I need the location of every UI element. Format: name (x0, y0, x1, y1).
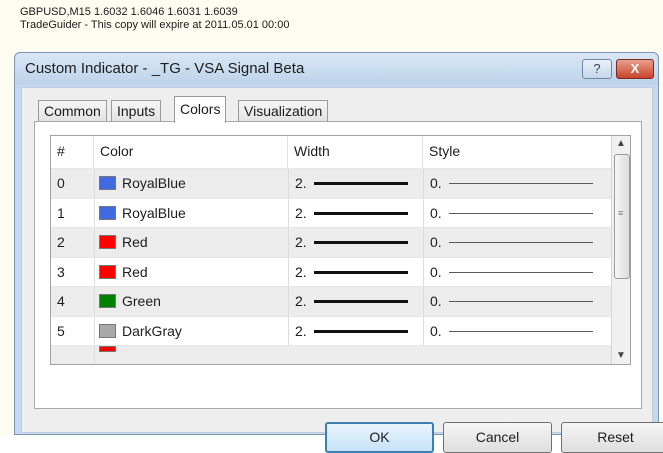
table-header: # Color Width Style (51, 136, 611, 168)
row-number: 0 (57, 175, 65, 191)
style-cell[interactable]: 0. (423, 228, 608, 257)
row-number: 4 (57, 293, 65, 309)
dialog-title: Custom Indicator - _TG - VSA Signal Beta (25, 60, 305, 77)
color-name: Red (122, 234, 148, 250)
license-line: TradeGuider - This copy will expire at 2… (20, 19, 290, 31)
row-number: 2 (57, 234, 65, 250)
width-line-preview (314, 300, 408, 303)
scroll-down-arrow-icon[interactable]: ▼ (616, 350, 626, 361)
width-line-preview (314, 270, 408, 274)
symbol-quote-line: GBPUSD,M15 1.6032 1.6046 1.6031 1.6039 (20, 6, 238, 18)
tab-visualization[interactable]: Visualization (238, 100, 329, 122)
width-value: 2. (295, 234, 307, 250)
color-cell[interactable]: Green (94, 287, 284, 316)
scroll-up-arrow-icon[interactable]: ▲ (616, 138, 626, 149)
style-line-preview (449, 330, 593, 332)
close-button[interactable]: X (616, 59, 654, 79)
width-cell[interactable]: 2. (288, 228, 423, 257)
color-swatch (99, 323, 116, 338)
header-number[interactable]: # (51, 136, 94, 168)
row-number: 1 (57, 204, 65, 221)
table-row[interactable]: 5 DarkGray 2. 0. (51, 315, 611, 346)
style-line-preview (449, 242, 593, 243)
color-cell[interactable]: RoyalBlue (94, 169, 284, 198)
style-cell[interactable]: 0. (423, 316, 608, 346)
width-value: 2. (295, 204, 307, 221)
width-line-preview (314, 329, 408, 333)
scrollbar-thumb[interactable]: ≡ (614, 154, 630, 279)
style-cell[interactable]: 0. (423, 169, 608, 198)
vertical-scrollbar[interactable]: ▲ ≡ ▼ (611, 136, 630, 364)
width-value: 2. (295, 263, 307, 280)
header-color[interactable]: Color (94, 136, 288, 168)
row-number: 3 (57, 263, 65, 280)
colors-panel: # Color Width Style 0 RoyalBlue 2. 0. 1 … (34, 121, 642, 409)
reset-button[interactable]: Reset (561, 422, 663, 453)
style-cell[interactable]: 0. (423, 257, 608, 287)
width-cell[interactable]: 2. (288, 316, 423, 346)
colors-table: # Color Width Style 0 RoyalBlue 2. 0. 1 … (50, 135, 631, 365)
color-name: Green (122, 293, 161, 309)
color-name: RoyalBlue (122, 204, 186, 221)
color-swatch (99, 235, 116, 249)
color-name: RoyalBlue (122, 175, 186, 191)
color-swatch (99, 176, 116, 190)
chart-info: GBPUSD,M15 1.6032 1.6046 1.6031 1.6039 T… (20, 6, 289, 32)
color-cell[interactable] (94, 346, 284, 364)
tab-common[interactable]: Common (38, 100, 107, 122)
width-value: 2. (295, 322, 307, 339)
row-number: 5 (57, 322, 65, 339)
width-line-preview (314, 182, 408, 185)
width-value: 2. (295, 293, 307, 309)
cancel-button[interactable]: Cancel (443, 422, 552, 453)
ok-button[interactable]: OK (325, 422, 434, 453)
help-button[interactable]: ? (582, 59, 612, 79)
style-line-preview (449, 271, 593, 273)
color-cell[interactable]: RoyalBlue (94, 198, 284, 228)
style-cell[interactable]: 0. (423, 287, 608, 316)
tab-inputs[interactable]: Inputs (111, 100, 162, 122)
color-cell[interactable]: Red (94, 257, 284, 287)
header-style[interactable]: Style (423, 136, 611, 168)
style-value: 0. (430, 293, 442, 309)
table-row-partial[interactable] (51, 345, 611, 364)
color-swatch (99, 294, 116, 308)
dialog-titlebar[interactable]: Custom Indicator - _TG - VSA Signal Beta… (15, 53, 658, 85)
style-value: 0. (430, 204, 442, 221)
style-value: 0. (430, 322, 442, 339)
dialog-client-area: Common Inputs Colors Visualization # Col… (21, 87, 663, 453)
color-swatch (99, 205, 116, 220)
width-cell[interactable]: 2. (288, 169, 423, 198)
color-cell[interactable]: DarkGray (94, 316, 284, 346)
table-row[interactable]: 4 Green 2. 0. (51, 286, 611, 316)
style-cell[interactable]: 0. (423, 198, 608, 228)
style-value: 0. (430, 263, 442, 280)
width-cell[interactable]: 2. (288, 287, 423, 316)
table-row[interactable]: 1 RoyalBlue 2. 0. (51, 197, 611, 228)
color-swatch (99, 346, 116, 352)
width-value: 2. (295, 175, 307, 191)
table-row[interactable]: 3 Red 2. 0. (51, 256, 611, 287)
width-cell[interactable]: 2. (288, 198, 423, 228)
style-line-preview (449, 301, 593, 302)
table-row[interactable]: 2 Red 2. 0. (51, 227, 611, 257)
grip-icon: ≡ (618, 208, 624, 218)
color-cell[interactable]: Red (94, 228, 284, 257)
width-cell[interactable]: 2. (288, 257, 423, 287)
tab-colors[interactable]: Colors (174, 96, 227, 123)
width-line-preview (314, 211, 408, 215)
width-line-preview (314, 241, 408, 244)
style-value: 0. (430, 234, 442, 250)
color-name: DarkGray (122, 322, 182, 339)
style-line-preview (449, 183, 593, 184)
color-name: Red (122, 263, 148, 280)
custom-indicator-dialog: Custom Indicator - _TG - VSA Signal Beta… (14, 52, 663, 453)
style-value: 0. (430, 175, 442, 191)
color-swatch (99, 264, 116, 279)
table-row[interactable]: 0 RoyalBlue 2. 0. (51, 168, 611, 198)
header-width[interactable]: Width (288, 136, 423, 168)
style-line-preview (449, 212, 593, 214)
